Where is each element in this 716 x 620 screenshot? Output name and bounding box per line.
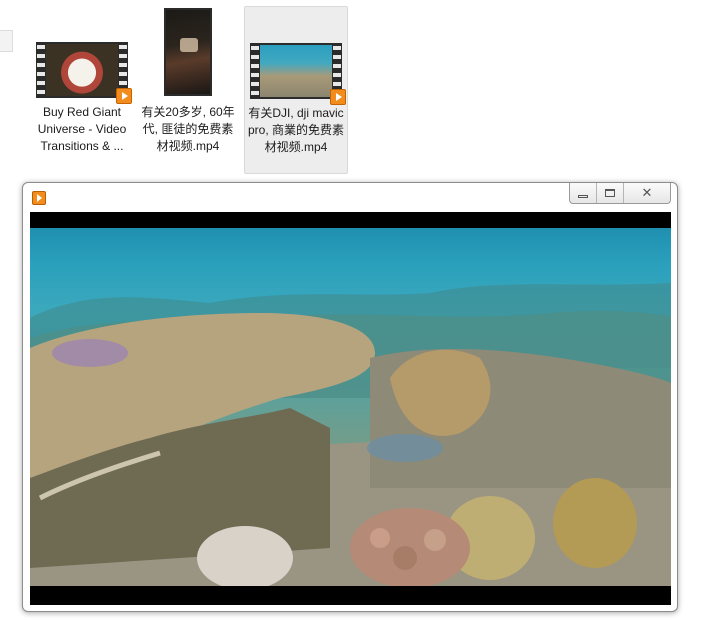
- file-tile-2[interactable]: 有关20多岁, 60年代, 匪徒的免费素材视频.mp4: [136, 6, 240, 174]
- maximize-icon: [605, 189, 615, 197]
- close-button[interactable]: ✕: [623, 183, 670, 203]
- reef-scene: [30, 283, 671, 586]
- video-frame: [30, 228, 671, 586]
- file-name: 有关20多岁, 60年代, 匪徒的免费素材视频.mp4: [141, 105, 235, 153]
- minimize-button[interactable]: [570, 183, 596, 203]
- file-name: Buy Red Giant Universe - Video Transitio…: [37, 105, 127, 153]
- file-name: 有关DJI, dji mavic pro, 商業的免费素材视频.mp4: [247, 106, 344, 154]
- maximize-button[interactable]: [596, 183, 623, 203]
- file-tile-1[interactable]: Buy Red Giant Universe - Video Transitio…: [30, 6, 134, 174]
- minimize-icon: [578, 194, 588, 198]
- media-player-app-icon: [32, 191, 46, 205]
- video-viewport[interactable]: [30, 212, 671, 605]
- film-thumbnail-icon: [164, 8, 212, 96]
- film-thumbnail-icon: [36, 42, 132, 104]
- file-tile-3[interactable]: 有关DJI, dji mavic pro, 商業的免费素材视频.mp4: [244, 6, 348, 174]
- play-badge-icon: [116, 88, 132, 104]
- media-player-window[interactable]: ✕: [22, 182, 678, 612]
- film-thumbnail-icon: [250, 43, 346, 105]
- window-controls: ✕: [569, 183, 671, 204]
- explorer-edge-strip: [0, 30, 13, 52]
- play-badge-icon: [330, 89, 346, 105]
- close-icon: ✕: [641, 185, 653, 201]
